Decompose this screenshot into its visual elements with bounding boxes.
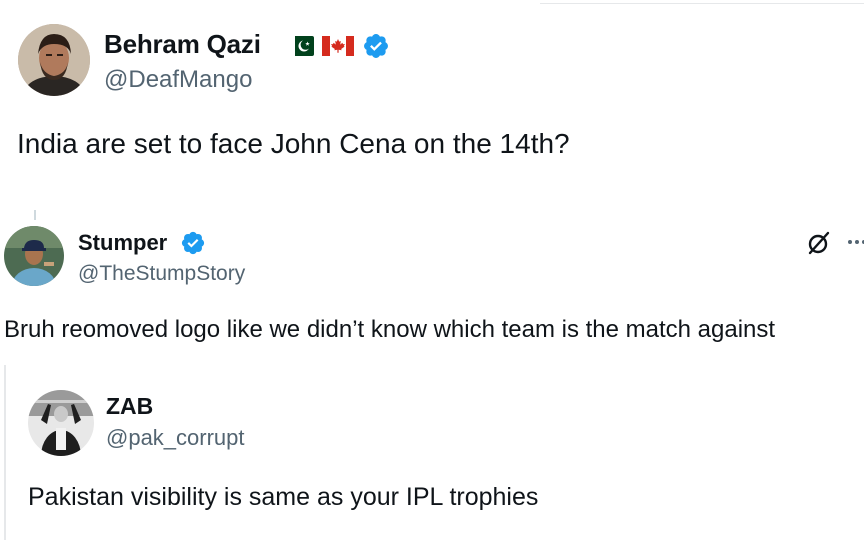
- thread-line: [4, 365, 6, 540]
- verified-badge-icon: [181, 231, 205, 255]
- verified-badge: [180, 230, 206, 261]
- canada-flag-icon: [322, 36, 354, 56]
- avatar-photo-icon: [4, 226, 64, 286]
- tweet-text: Bruh reomoved logo like we didn’t know w…: [4, 316, 776, 343]
- avatar[interactable]: [4, 226, 64, 286]
- author-name[interactable]: Stumper: [78, 230, 167, 256]
- tweet-text: Pakistan visibility is same as your IPL …: [28, 483, 539, 511]
- author-handle[interactable]: @DeafMango: [104, 66, 252, 94]
- pakistan-flag-icon: [288, 36, 314, 56]
- tweet-post-3[interactable]: ZAB @pak_corrupt Pakistan visibility is …: [0, 365, 864, 540]
- author-name[interactable]: Behram Qazi: [104, 29, 261, 60]
- author-handle[interactable]: @TheStumpStory: [78, 262, 245, 286]
- avatar-photo-icon: [28, 390, 94, 456]
- tweet-thread: Behram Qazi @DeafMango India are set to …: [0, 0, 864, 540]
- tweet-post-2[interactable]: Stumper @TheStumpStory Bruh reomoved log…: [0, 200, 864, 365]
- author-handle[interactable]: @pak_corrupt: [106, 425, 245, 451]
- author-name[interactable]: ZAB: [106, 393, 153, 420]
- tweet-post-1[interactable]: Behram Qazi @DeafMango India are set to …: [0, 0, 864, 200]
- avatar[interactable]: [18, 24, 90, 96]
- thread-connector: [34, 210, 36, 220]
- grok-icon[interactable]: [806, 230, 832, 261]
- more-icon[interactable]: [845, 230, 864, 254]
- avatar-photo-icon: [18, 24, 90, 96]
- tweet-text: India are set to face John Cena on the 1…: [17, 128, 570, 159]
- verified-badge-icon: [364, 34, 388, 58]
- author-badges: [288, 32, 390, 60]
- avatar[interactable]: [28, 390, 94, 456]
